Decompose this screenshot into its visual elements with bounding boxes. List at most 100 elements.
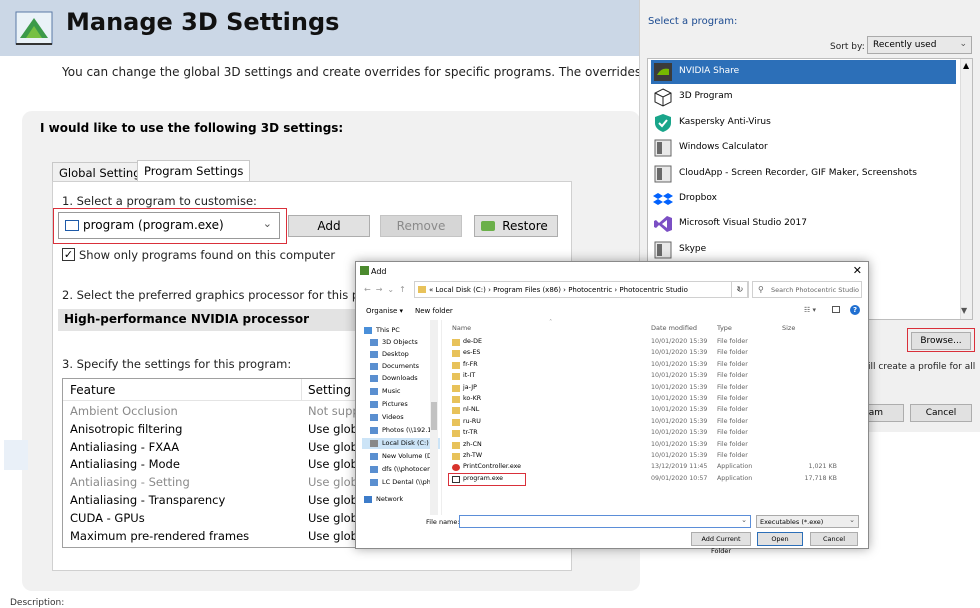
- address-bar[interactable]: « Local Disk (C:) › Program Files (x86) …: [414, 281, 748, 298]
- drive-folder-icon: [370, 453, 378, 460]
- file-list-header: Name ˄ Date modified Type Size: [444, 318, 868, 334]
- file-date: 10/01/2020 15:39: [651, 406, 708, 414]
- program-list-item[interactable]: Skype: [651, 238, 956, 262]
- restore-icon: [481, 221, 495, 231]
- nav-tree-label: Desktop: [382, 350, 409, 358]
- program-list-scrollbar[interactable]: ▲: [960, 59, 972, 319]
- table-row[interactable]: Maximum pre-rendered frames Use globa: [63, 528, 361, 546]
- file-name: zh-CN: [463, 440, 482, 448]
- table-row[interactable]: CUDA - GPUs Use globa: [63, 510, 362, 528]
- remove-button[interactable]: Remove: [380, 215, 462, 237]
- file-row[interactable]: tr-TR 10/01/2020 15:39 File folder: [452, 428, 852, 439]
- table-row[interactable]: Anisotropic filtering Use globa: [63, 421, 361, 439]
- table-row[interactable]: Antialiasing - Mode Use globa: [63, 456, 361, 474]
- program-list-item[interactable]: Dropbox: [651, 187, 956, 211]
- file-date: 10/01/2020 15:39: [651, 417, 708, 425]
- feature-name: CUDA - GPUs: [70, 510, 145, 525]
- scroll-down-icon[interactable]: ▼: [961, 306, 967, 315]
- feature-name: Antialiasing - FXAA: [70, 439, 180, 454]
- sort-by-select[interactable]: Recently used ⌄: [867, 36, 972, 54]
- feature-name: Antialiasing - Transparency: [70, 493, 226, 507]
- column-name[interactable]: Name: [452, 324, 471, 332]
- preview-pane-icon[interactable]: [832, 306, 840, 313]
- file-row[interactable]: nl-NL 10/01/2020 15:39 File folder: [452, 405, 852, 416]
- file-date: 10/01/2020 15:39: [651, 360, 708, 368]
- file-date: 10/01/2020 15:39: [651, 349, 708, 357]
- file-row[interactable]: ja-JP 10/01/2020 15:39 File folder: [452, 383, 852, 394]
- drive-folder-icon: [370, 388, 378, 395]
- program-list-item[interactable]: CloudApp - Screen Recorder, GIF Maker, S…: [651, 162, 956, 186]
- program-list-item[interactable]: Kaspersky Anti-Virus: [651, 111, 956, 135]
- file-row[interactable]: fr-FR 10/01/2020 15:39 File folder: [452, 360, 852, 371]
- dialog-cancel-button[interactable]: Cancel: [810, 532, 858, 546]
- nav-tree-item[interactable]: Local Disk (C:): [362, 438, 440, 449]
- drive-folder-icon: [370, 363, 378, 370]
- table-row[interactable]: Antialiasing - Transparency Use globa: [63, 492, 361, 510]
- program-window-heading: Select a program:: [648, 16, 738, 27]
- nav-tree-label: This PC: [376, 326, 400, 334]
- file-row[interactable]: de-DE 10/01/2020 15:39 File folder: [452, 337, 852, 348]
- file-name: nl-NL: [463, 406, 480, 414]
- file-type: File folder: [717, 338, 748, 345]
- program-list-item[interactable]: 3D Program: [651, 85, 956, 109]
- folder-icon: [452, 361, 460, 369]
- file-row[interactable]: zh-TW 10/01/2020 15:39 File folder: [452, 451, 852, 462]
- browse-button[interactable]: Browse...: [911, 332, 971, 350]
- column-feature[interactable]: Feature: [70, 383, 115, 397]
- drive-folder-icon: [364, 327, 372, 334]
- step2-label: 2. Select the preferred graphics process…: [62, 288, 390, 302]
- show-only-label: Show only programs found on this compute…: [79, 248, 336, 262]
- file-date: 10/01/2020 15:39: [651, 452, 708, 459]
- file-row[interactable]: it-IT 10/01/2020 15:39 File folder: [452, 371, 852, 382]
- highlight-outline: [448, 473, 526, 486]
- column-date-modified[interactable]: Date modified: [651, 324, 697, 332]
- file-date: 10/01/2020 15:39: [651, 383, 708, 391]
- file-row[interactable]: es-ES 10/01/2020 15:39 File folder: [452, 348, 852, 359]
- file-type: File folder: [717, 372, 748, 380]
- tab-program-settings[interactable]: Program Settings: [137, 160, 251, 182]
- feature-setting: Use globa: [308, 510, 362, 525]
- show-only-checkbox[interactable]: ✓: [62, 248, 75, 261]
- cancel-button[interactable]: Cancel: [910, 404, 972, 422]
- table-row[interactable]: Antialiasing - FXAA Use globa: [63, 439, 361, 457]
- program-list-item[interactable]: Windows Calculator: [651, 136, 956, 160]
- add-current-folder-button[interactable]: Add Current Folder: [691, 532, 751, 555]
- nav-tree-label: Music: [382, 387, 401, 395]
- help-icon[interactable]: ?: [850, 305, 860, 315]
- file-name-input[interactable]: ⌄: [459, 515, 751, 528]
- program-list-item[interactable]: Microsoft Visual Studio 2017: [651, 212, 956, 236]
- view-options-icon[interactable]: ☷ ▾: [804, 306, 816, 314]
- table-row[interactable]: Antialiasing - Setting Use globa: [63, 474, 361, 492]
- column-size[interactable]: Size: [782, 324, 795, 332]
- program-list-item[interactable]: NVIDIA Share: [651, 60, 956, 84]
- drive-folder-icon: [370, 401, 378, 408]
- column-setting[interactable]: Setting: [308, 383, 351, 397]
- scroll-up-icon[interactable]: ▲: [963, 61, 969, 70]
- column-type[interactable]: Type: [717, 324, 732, 332]
- gpu-select[interactable]: High-performance NVIDIA processor: [58, 309, 358, 331]
- add-button[interactable]: Add: [288, 215, 370, 237]
- file-row[interactable]: PrintController.exe 13/12/2019 11:45 Appli…: [452, 462, 852, 473]
- drive-folder-icon: [370, 479, 378, 486]
- tree-scrollbar[interactable]: [430, 320, 438, 515]
- file-date: 10/01/2020 15:39: [651, 440, 708, 448]
- file-row[interactable]: ko-KR 10/01/2020 15:39 File folder: [452, 394, 852, 405]
- file-row[interactable]: ru-RU 10/01/2020 15:39 File folder: [452, 417, 852, 428]
- feature-table: Feature Setting Ambient Occlusion Not sup…: [62, 378, 362, 548]
- close-icon[interactable]: ✕: [853, 264, 862, 277]
- file-name: ja-JP: [463, 383, 477, 391]
- chevron-down-icon: ⌄: [741, 516, 747, 524]
- file-row[interactable]: zh-CN 10/01/2020 15:39 File folder: [452, 440, 852, 451]
- refresh-icon[interactable]: ↻: [731, 281, 749, 298]
- new-folder-button[interactable]: New folder: [415, 307, 453, 315]
- organise-menu[interactable]: Organise ▾: [366, 307, 403, 315]
- file-type-select[interactable]: Executables (*.exe) ⌄: [756, 515, 859, 528]
- app-icon: [654, 139, 672, 157]
- search-input[interactable]: ⚲ Search Photocentric Studio: [752, 281, 862, 298]
- open-button[interactable]: Open: [757, 532, 803, 546]
- restore-button[interactable]: Restore: [474, 215, 558, 237]
- navigation-arrows[interactable]: ←→⌄↑: [364, 285, 411, 294]
- folder-icon: [452, 396, 460, 403]
- table-row[interactable]: Ambient Occlusion Not suppo: [63, 403, 361, 421]
- file-date: 10/01/2020 15:39: [651, 395, 708, 402]
